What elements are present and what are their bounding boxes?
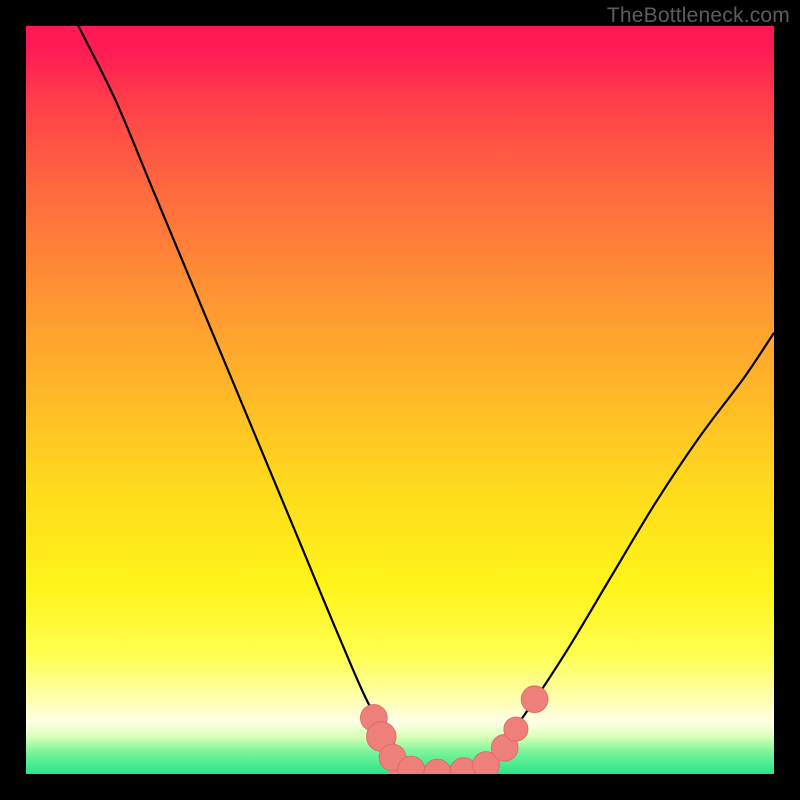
curve-marker [521,686,548,713]
watermark-text: TheBottleneck.com [607,4,790,28]
plot-area [26,26,774,774]
curve-marker [424,759,451,774]
curve-marker [504,717,528,741]
marker-group [360,686,548,774]
bottleneck-curve [78,26,774,774]
chart-svg [26,26,774,774]
chart-frame: TheBottleneck.com [0,0,800,800]
